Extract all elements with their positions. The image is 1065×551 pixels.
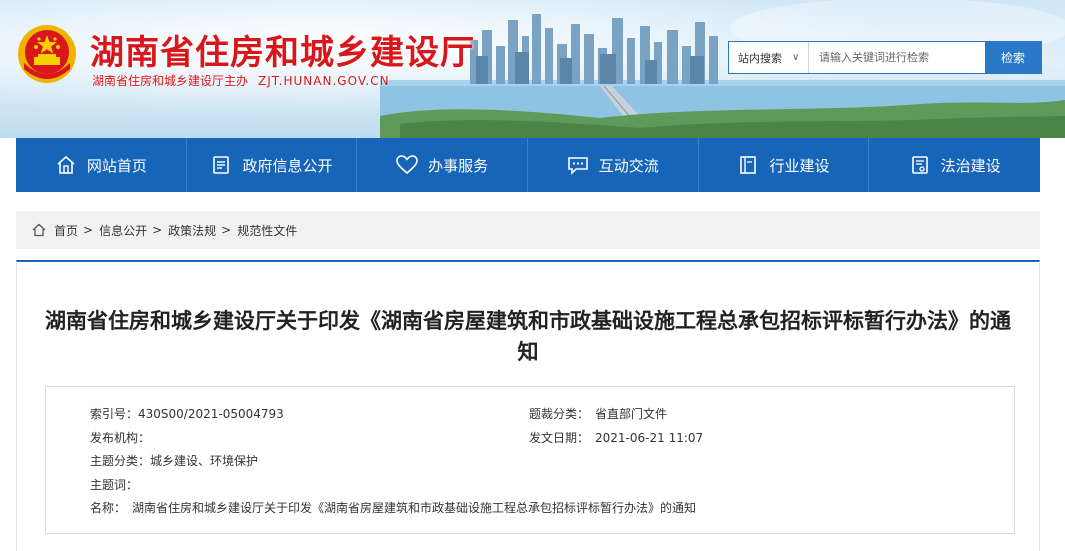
meta-date: 发文日期： 2021-06-21 11:07 [529,429,703,446]
site-sponsor-text: 湖南省住房和城乡建设厅主办 [92,74,249,88]
site-url-text: ZJT.HUNAN.GOV.CN [258,74,390,88]
nav-item-label: 网站首页 [86,156,147,175]
search-bar: 站内搜索 ∨ 检索 [728,41,1042,74]
meta-issuer-label: 发布机构： [90,431,151,445]
breadcrumb-policy[interactable]: 政策法规 [168,222,216,239]
meta-index-value: 430S00/2021-05004793 [138,407,284,421]
document-meta-table: 索引号：430S00/2021-05004793 题裁分类： 省直部门文件 发布机… [45,386,1015,534]
meta-name: 名称： 湖南省住房和城乡建设厅关于印发《湖南省房屋建筑和市政基础设施工程总承包招标… [90,499,696,516]
nav-item-label: 行业建设 [769,156,830,175]
search-input[interactable] [809,42,985,73]
meta-date-value: 2021-06-21 11:07 [595,431,704,445]
header-banner: 湖南省住房和城乡建设厅 湖南省住房和城乡建设厅主办 ZJT.HUNAN.GOV.C… [0,0,1065,138]
chat-icon [567,154,589,176]
meta-keywords: 主题词： [90,476,144,493]
chevron-down-icon: ∨ [792,52,800,63]
breadcrumb-separator: > [221,223,232,237]
meta-topic-label: 主题分类： [90,454,151,468]
nav-item-label: 互动交流 [598,156,659,175]
breadcrumb-separator: > [83,223,94,237]
article-container: 湖南省住房和城乡建设厅关于印发《湖南省房屋建筑和市政基础设施工程总承包招标评标暂… [16,260,1040,551]
site-title: 湖南省住房和城乡建设厅 [90,33,475,73]
home-icon [55,154,77,176]
nav-item-label: 法治建设 [940,156,1001,175]
meta-topic: 主题分类：城乡建设、环境保护 [90,452,258,469]
home-icon [32,223,46,237]
nav-item-home[interactable]: 网站首页 [16,138,187,192]
main-nav: 网站首页 政府信息公开 办事服务 互动交流 行业建设 法治建设 [16,138,1040,192]
search-button[interactable]: 检索 [985,42,1041,73]
meta-index: 索引号：430S00/2021-05004793 [90,405,284,422]
breadcrumb-normative-docs[interactable]: 规范性文件 [237,222,297,239]
book-icon [737,154,759,176]
meta-category-label: 题裁分类： [529,407,590,421]
breadcrumb-info-public[interactable]: 信息公开 [99,222,147,239]
article-title: 湖南省住房和城乡建设厅关于印发《湖南省房屋建筑和市政基础设施工程总承包招标评标暂… [45,309,1011,364]
heart-icon [396,154,418,176]
meta-name-label: 名称： [90,501,127,515]
meta-category-value: 省直部门文件 [595,407,668,421]
search-scope-select[interactable]: 站内搜索 ∨ [729,42,809,73]
national-emblem-icon [18,25,76,83]
document-icon [210,154,232,176]
nav-item-services[interactable]: 办事服务 [357,138,528,192]
nav-item-gov-info[interactable]: 政府信息公开 [187,138,358,192]
meta-topic-value: 城乡建设、环境保护 [150,454,259,468]
meta-issuer: 发布机构： [90,429,156,446]
search-scope-label: 站内搜索 [738,51,782,65]
meta-keywords-label: 主题词： [90,478,139,492]
nav-item-label: 办事服务 [428,156,489,175]
nav-item-industry[interactable]: 行业建设 [699,138,870,192]
meta-name-value: 湖南省住房和城乡建设厅关于印发《湖南省房屋建筑和市政基础设施工程总承包招标评标暂… [132,501,697,515]
meta-date-label: 发文日期： [529,431,590,445]
breadcrumb: 首页 > 信息公开 > 政策法规 > 规范性文件 [16,211,1040,249]
site-subtitle: 湖南省住房和城乡建设厅主办 ZJT.HUNAN.GOV.CN [92,72,390,89]
law-icon [909,154,931,176]
nav-item-interaction[interactable]: 互动交流 [528,138,699,192]
nav-item-label: 政府信息公开 [242,156,333,175]
meta-index-label: 索引号： [90,407,139,421]
breadcrumb-home[interactable]: 首页 [54,222,78,239]
nav-item-rule-of-law[interactable]: 法治建设 [869,138,1040,192]
breadcrumb-separator: > [152,223,163,237]
meta-category: 题裁分类： 省直部门文件 [529,405,667,422]
